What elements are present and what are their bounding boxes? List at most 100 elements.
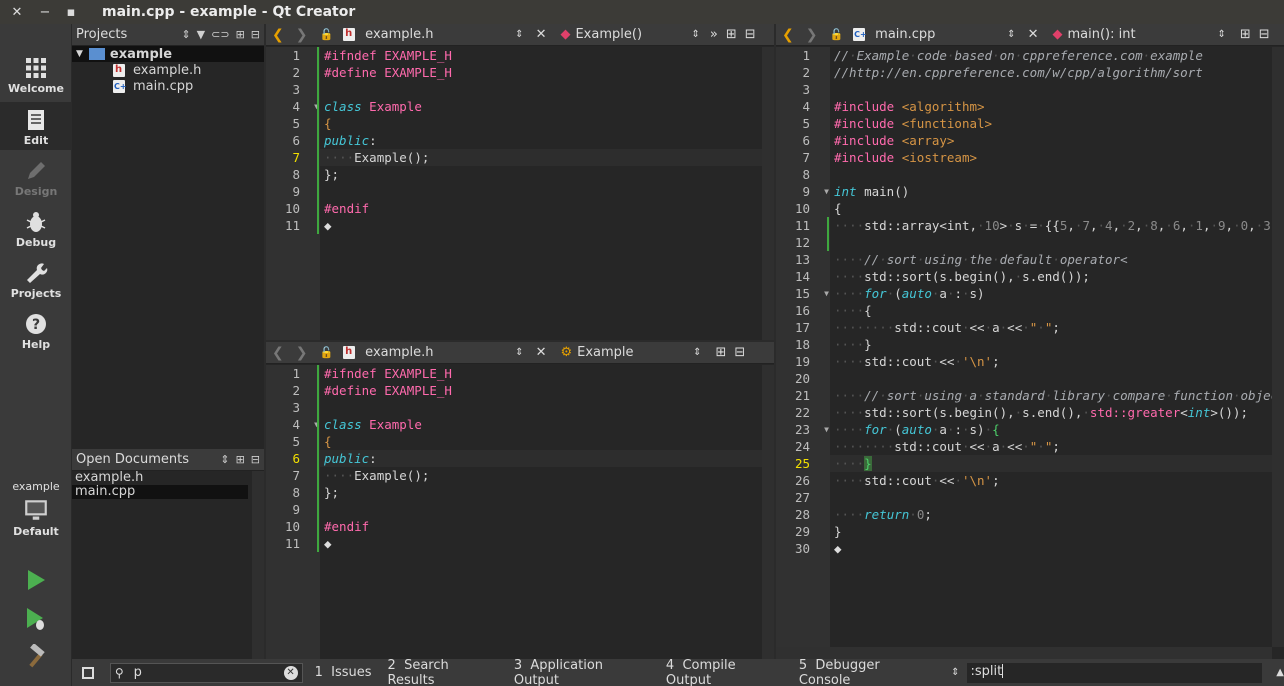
split-icon[interactable]: ⊞ bbox=[1240, 27, 1251, 42]
mode-debug[interactable]: Debug bbox=[0, 210, 72, 252]
line-number: 11 bbox=[284, 218, 300, 233]
pencil-icon bbox=[28, 162, 45, 179]
line-number: 2 bbox=[292, 383, 300, 398]
split-icon[interactable]: ⊞ bbox=[726, 27, 737, 42]
close-split-icon[interactable]: ⊟ bbox=[734, 345, 745, 360]
symbol-selector[interactable]: Example() bbox=[575, 27, 691, 42]
mode-help[interactable]: ? Help bbox=[0, 312, 72, 354]
split-icon[interactable]: ⊞ bbox=[236, 453, 245, 466]
build-button[interactable] bbox=[24, 643, 48, 668]
close-pane-icon[interactable]: ⊟ bbox=[251, 28, 260, 41]
code-area[interactable]: #ifndef EXAMPLE_H #define EXAMPLE_H class… bbox=[320, 365, 774, 659]
fold-arrow-icon[interactable]: ▼ bbox=[824, 421, 829, 438]
updown-icon[interactable]: ⇕ bbox=[181, 28, 190, 41]
projects-header: Projects ⇕ ▼ ⊂⊃ ⊞ ⊟ bbox=[72, 24, 264, 46]
projects-view-select[interactable]: Projects bbox=[76, 27, 127, 42]
open-document-item[interactable]: main.cpp bbox=[72, 485, 248, 499]
file-selector[interactable]: example.h bbox=[365, 345, 515, 360]
close-pane-icon[interactable]: ⊟ bbox=[251, 453, 260, 466]
code-area[interactable]: //·Example·code·based·on·cppreference.co… bbox=[830, 47, 1284, 659]
tab-label: Application Output bbox=[513, 657, 604, 686]
code-line: } bbox=[834, 524, 842, 539]
output-tab-issues[interactable]: 1 Issues bbox=[315, 665, 372, 680]
code-line: }; bbox=[324, 485, 340, 500]
maximize-window-button[interactable]: ▪ bbox=[58, 5, 84, 20]
code-line: ····for·(auto·a·:·s) bbox=[834, 286, 985, 301]
output-tab-application-output[interactable]: 3 Application Output bbox=[514, 658, 650, 686]
locator[interactable]: ⚲ p ✕ bbox=[109, 662, 303, 683]
close-file-icon[interactable]: ✕ bbox=[536, 27, 547, 42]
line-number: 4▼ bbox=[266, 98, 320, 115]
editor-top-left: ❮ ❯ 🔓 h example.h ⇕ ✕ ◆ Example() ⇕ » ⊞ … bbox=[266, 24, 774, 340]
scrollbar[interactable] bbox=[762, 47, 774, 340]
command-input[interactable]: :split bbox=[970, 664, 1002, 679]
collapse-arrow-icon[interactable]: ▼ bbox=[76, 49, 83, 59]
close-split-icon[interactable]: ⊟ bbox=[1259, 27, 1270, 42]
scrollbar[interactable] bbox=[1272, 47, 1284, 647]
mode-welcome[interactable]: Welcome bbox=[0, 56, 72, 98]
line-number: 5 bbox=[802, 116, 810, 131]
more-icon[interactable]: » bbox=[710, 27, 718, 42]
projects-panel: Projects ⇕ ▼ ⊂⊃ ⊞ ⊟ ▼ example h example.… bbox=[72, 24, 264, 450]
play-icon bbox=[28, 570, 45, 590]
changed-lines-marker bbox=[827, 217, 829, 251]
back-arrow-icon[interactable]: ❮ bbox=[272, 345, 284, 361]
split-icon[interactable]: ⊞ bbox=[236, 28, 245, 41]
target-project-label: example bbox=[12, 480, 60, 493]
close-file-icon[interactable]: ✕ bbox=[1028, 27, 1039, 42]
tree-project-root[interactable]: ▼ example bbox=[72, 46, 264, 62]
forward-arrow-icon[interactable]: ❯ bbox=[296, 345, 308, 361]
tree-file-item[interactable]: C+ main.cpp bbox=[72, 78, 264, 94]
close-window-button[interactable]: ✕ bbox=[2, 5, 32, 20]
filter-icon[interactable]: ▼ bbox=[197, 28, 205, 41]
file-selector[interactable]: main.cpp bbox=[875, 27, 1007, 42]
tree-file-item[interactable]: h example.h bbox=[72, 62, 264, 78]
symbol-selector[interactable]: Example bbox=[577, 345, 693, 360]
locator-input[interactable]: p bbox=[134, 665, 284, 680]
split-icon[interactable]: ⊞ bbox=[716, 345, 727, 360]
line-number: 7 bbox=[292, 150, 300, 165]
mode-projects[interactable]: Projects bbox=[0, 261, 72, 303]
updown-icon[interactable]: ⇕ bbox=[220, 453, 229, 466]
fold-arrow-icon[interactable]: ▼ bbox=[824, 285, 829, 302]
code-line: ◆ bbox=[324, 218, 332, 233]
scrollbar[interactable] bbox=[252, 471, 264, 659]
target-selector[interactable]: example Default bbox=[0, 480, 72, 546]
link-icon[interactable]: ⊂⊃ bbox=[211, 28, 229, 41]
fold-arrow-icon[interactable]: ▼ bbox=[824, 183, 829, 200]
open-documents-title[interactable]: Open Documents bbox=[76, 452, 189, 467]
lock-icon: 🔓 bbox=[829, 28, 844, 41]
close-file-icon[interactable]: ✕ bbox=[536, 345, 547, 360]
panel-toggle-up-icon[interactable]: ▲ bbox=[1276, 667, 1284, 678]
output-tab-compile-output[interactable]: 4 Compile Output bbox=[666, 658, 783, 686]
debug-run-button[interactable] bbox=[24, 606, 48, 632]
back-arrow-icon[interactable]: ❮ bbox=[782, 27, 794, 43]
minimize-window-button[interactable]: − bbox=[32, 5, 58, 20]
open-document-item[interactable]: example.h bbox=[72, 471, 248, 485]
symbol-selector[interactable]: main(): int bbox=[1067, 27, 1217, 42]
output-tab-debugger-console[interactable]: 5 Debugger Console bbox=[799, 658, 933, 686]
back-arrow-icon[interactable]: ❮ bbox=[272, 27, 284, 43]
updown-icon[interactable]: ⇕ bbox=[951, 667, 959, 678]
method-icon: ◆ bbox=[1052, 27, 1063, 42]
run-button[interactable] bbox=[24, 568, 48, 592]
code-line: { bbox=[834, 201, 842, 216]
code-area[interactable]: #ifndef EXAMPLE_H #define EXAMPLE_H class… bbox=[320, 47, 774, 340]
close-split-icon[interactable]: ⊟ bbox=[745, 27, 756, 42]
mode-edit[interactable]: Edit bbox=[0, 102, 72, 150]
code-line: ····//·sort·using·the·default·operator< bbox=[834, 252, 1128, 267]
toggle-sidebar-icon[interactable] bbox=[82, 666, 94, 679]
file-selector[interactable]: example.h bbox=[365, 27, 515, 42]
cpp-file-icon: C+ bbox=[853, 28, 867, 41]
code-line: #endif bbox=[324, 519, 370, 534]
forward-arrow-icon[interactable]: ❯ bbox=[806, 27, 818, 43]
updown-icon: ⇕ bbox=[515, 347, 524, 358]
command-line[interactable]: :split bbox=[967, 662, 1263, 683]
forward-arrow-icon[interactable]: ❯ bbox=[296, 27, 308, 43]
scrollbar[interactable] bbox=[762, 365, 774, 659]
code-line: #include <algorithm> bbox=[834, 99, 985, 114]
output-tab-search-results[interactable]: 2 Search Results bbox=[388, 658, 498, 686]
mode-design[interactable]: Design bbox=[0, 159, 72, 201]
clear-search-icon[interactable]: ✕ bbox=[283, 665, 298, 680]
code-line: public: bbox=[320, 450, 774, 467]
